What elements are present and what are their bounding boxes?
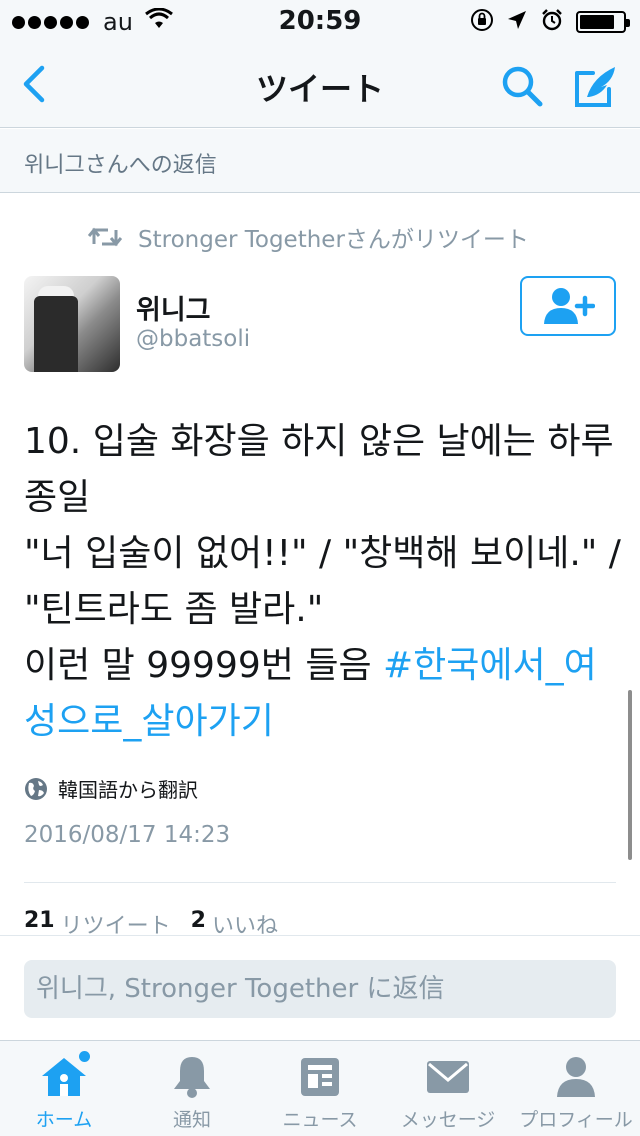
tab-bar: ホーム 通知 ニュース メッセージ プロフィール	[0, 1040, 640, 1136]
reply-input[interactable]	[24, 960, 616, 1018]
user-handle[interactable]: @bbatsoli	[136, 326, 250, 352]
tab-profile[interactable]: プロフィール	[512, 1041, 640, 1136]
retweet-icon	[88, 227, 122, 247]
tab-label: メッセージ	[400, 1109, 496, 1131]
navigation-bar: ツイート	[0, 40, 640, 128]
like-count[interactable]: 2	[191, 908, 206, 934]
user-display-name[interactable]: 위니그	[136, 288, 211, 327]
reply-bar	[0, 935, 640, 1040]
retweet-label[interactable]: リツイート	[61, 908, 171, 934]
tab-label: ホーム	[35, 1109, 93, 1131]
tweet-stats: 21 リツイート 2 いいね	[24, 908, 278, 934]
translated-from-korean[interactable]: 韓国語から翻訳	[24, 774, 198, 803]
tab-messages[interactable]: メッセージ	[384, 1041, 512, 1136]
follow-button[interactable]	[520, 276, 616, 336]
retweeted-by-text: Stronger Togetherさんがリツイート	[138, 227, 529, 253]
alarm-icon	[540, 8, 564, 36]
new-tweets-dot	[79, 1051, 90, 1062]
like-label[interactable]: いいね	[212, 908, 278, 934]
battery-icon	[576, 11, 630, 33]
compose-feather-icon	[575, 67, 615, 107]
tab-notifications[interactable]: 通知	[128, 1041, 256, 1136]
divider	[24, 882, 616, 883]
orientation-lock-icon	[470, 8, 494, 36]
compose-tweet-button[interactable]	[568, 58, 624, 114]
tab-label: 通知	[172, 1109, 211, 1131]
tab-news[interactable]: ニュース	[256, 1041, 384, 1136]
search-icon	[502, 66, 543, 107]
tab-label: ニュース	[282, 1109, 358, 1131]
status-bar: au 20:59	[0, 0, 640, 40]
scrollbar[interactable]	[628, 690, 632, 860]
battery-fill	[580, 15, 615, 29]
profile-icon	[552, 1055, 600, 1099]
tab-label: プロフィール	[519, 1109, 633, 1131]
envelope-icon	[424, 1055, 472, 1099]
translated-label: 韓国語から翻訳	[58, 778, 198, 802]
news-icon	[296, 1055, 344, 1099]
home-icon	[40, 1051, 90, 1099]
add-user-icon	[544, 288, 595, 324]
globe-icon	[25, 777, 47, 800]
reply-context-banner[interactable]: 위니그さんへの返信	[0, 129, 640, 193]
retweeted-by-line[interactable]: Stronger Togetherさんがリツイート	[88, 220, 529, 254]
avatar[interactable]	[24, 276, 120, 372]
bell-icon	[168, 1055, 216, 1099]
retweet-count[interactable]: 21	[24, 908, 55, 934]
tweet-timestamp: 2016/08/17 14:23	[24, 822, 231, 848]
search-button[interactable]	[496, 60, 548, 112]
location-arrow-icon	[506, 9, 528, 35]
tweet-text: 10. 입술 화장을 하지 않은 날에는 하루종일 "너 입술이 없어!!" /…	[24, 414, 624, 750]
tab-home[interactable]: ホーム	[0, 1041, 128, 1136]
status-right	[470, 8, 630, 36]
